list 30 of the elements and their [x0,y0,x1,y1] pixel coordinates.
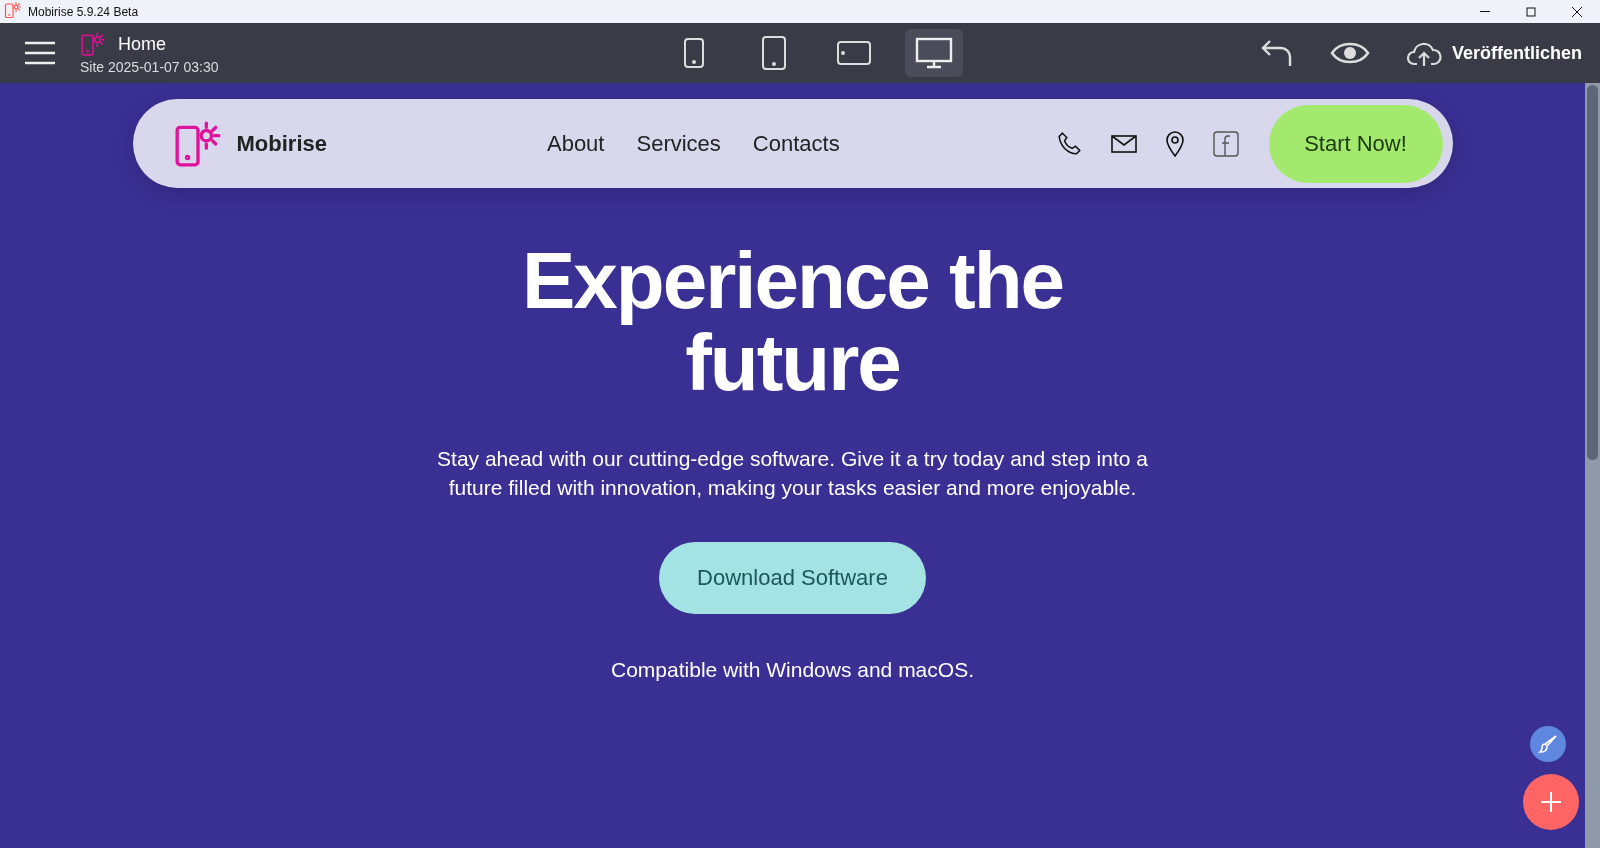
start-now-button[interactable]: Start Now! [1268,104,1443,183]
brush-icon[interactable] [1530,726,1566,762]
compatibility-note: Compatible with Windows and macOS. [611,658,974,682]
desktop-icon [915,37,954,69]
phone-icon [683,37,706,69]
logo-icon [80,31,106,57]
brand-name[interactable]: Mobirise [236,130,327,157]
mail-icon[interactable] [1110,133,1137,154]
nav-link[interactable]: About [546,130,605,157]
device-button[interactable] [905,29,964,77]
page-title[interactable]: Home [118,33,166,55]
publish-button[interactable]: Veröffentlichen [1405,39,1582,67]
eye-icon[interactable] [1329,41,1370,65]
location-pin-icon[interactable] [1164,130,1185,157]
site-label: Site 2025-01-07 03:30 [80,59,219,75]
facebook-icon[interactable] [1212,130,1239,157]
menu-icon[interactable] [24,41,56,65]
nav-link[interactable]: Contacts [752,130,840,157]
tablet-icon [761,35,788,71]
add-icon[interactable] [1523,774,1579,830]
scrollbar[interactable] [1585,83,1600,848]
logo-icon [4,1,22,19]
window-title: Mobirise 5.9.24 Beta [28,4,140,19]
phone-icon[interactable] [1056,130,1083,157]
hero-description: Stay ahead with our cutting-edge software. Give it a try today and step into a future filled with innovation, making your tasks easier and more enjoyable. [436,446,1149,501]
hero-headline: Experience the future [520,240,1065,404]
nav-link[interactable]: Services [636,130,721,157]
tablet-landscape-icon [836,40,873,66]
download-button[interactable]: Download Software [659,542,926,614]
undo-icon[interactable] [1259,38,1294,68]
